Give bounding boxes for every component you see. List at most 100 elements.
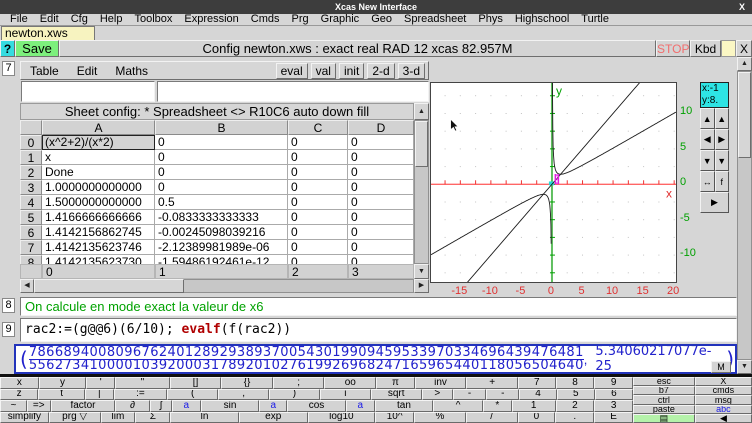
cell-A0[interactable]: (x^2+2)/(x*2) [42,135,155,150]
zoom-out-button[interactable]: ▼ [700,150,715,171]
col-header-B[interactable]: B [155,120,288,135]
cell-D2[interactable]: 0 [348,165,414,180]
cell-A2[interactable]: Done [42,165,155,180]
cell-B6[interactable]: -0.00245098039216 [155,225,288,240]
key-esc[interactable]: esc [633,377,695,386]
sheet-button-2-d[interactable]: 2-d [367,63,394,79]
key-cmds[interactable]: cmds [695,386,752,395]
key-simplify[interactable]: simplify [0,412,49,423]
key-+[interactable]: + [466,377,518,389]
row-header-0[interactable]: 0 [20,135,42,150]
col-header-C[interactable]: C [288,120,348,135]
key--[interactable]: - [486,389,519,401]
sheet-scroll-down-icon[interactable]: ▼ [414,264,429,279]
menu-cmds[interactable]: Cmds [245,14,286,25]
cell-C3[interactable]: 0 [288,180,348,195]
key-'[interactable]: ' [86,377,115,389]
key-2[interactable]: 2 [556,400,595,412]
cell-B0[interactable]: 0 [155,135,288,150]
sheet-scroll-left-icon[interactable]: ◀ [20,279,34,293]
sheet-menu-table[interactable]: Table [21,64,68,78]
menu-spreadsheet[interactable]: Spreadsheet [398,14,472,25]
sheet-menu-edit[interactable]: Edit [68,64,107,78]
key-8[interactable]: 8 [556,377,595,389]
col-header-A[interactable]: A [42,120,155,135]
key-^[interactable]: ^ [433,400,483,412]
col-header-D[interactable]: D [348,120,414,135]
graph-plot[interactable]: yx [430,82,677,283]
cell-D6[interactable]: 0 [348,225,414,240]
sheet-menu-maths[interactable]: Maths [106,64,157,78]
row-header-4[interactable]: 4 [20,195,42,210]
row-header-7[interactable]: 7 [20,240,42,255]
key-log10[interactable]: log10 [308,412,376,423]
key-10^[interactable]: 10^ [375,412,414,423]
cell-C8[interactable]: 0 [288,255,348,264]
cell-B8[interactable]: -1.59486192461e-12 [155,255,288,264]
key-π[interactable]: π [376,377,415,389]
row-header-6[interactable]: 6 [20,225,42,240]
zoom-out-button[interactable]: ▼ [715,150,730,171]
key-◀[interactable]: ◀ [695,414,752,423]
key-[][interactable]: [] [170,377,222,389]
key-X[interactable]: X [695,377,752,386]
key-=>[interactable]: => [27,400,51,412]
cell-reference-input[interactable] [21,81,155,102]
key-inv[interactable]: inv [415,377,467,389]
key-∂[interactable]: ∂ [115,400,150,412]
row-header-1[interactable]: 1 [20,150,42,165]
menu-turtle[interactable]: Turtle [575,14,615,25]
key-ln[interactable]: ln [170,412,239,423]
key-7[interactable]: 7 [518,377,556,389]
key-b7[interactable]: b7 [633,386,695,395]
cell-A7[interactable]: 1.4142135623746 [42,240,155,255]
sheet-corner[interactable] [20,120,42,135]
key-/[interactable]: / [466,412,518,423]
menu-expression[interactable]: Expression [178,14,244,25]
key-*[interactable]: * [483,400,512,412]
menu-toolbox[interactable]: Toolbox [128,14,178,25]
cell-A5[interactable]: 1.4166666666666 [42,210,155,225]
sheet-button-init[interactable]: init [339,63,364,79]
key-Σ[interactable]: Σ [135,412,170,423]
key-sqrt[interactable]: sqrt [371,389,422,401]
key->[interactable]: > [422,389,453,401]
cell-B5[interactable]: -0.0833333333333 [155,210,288,225]
cell-A8[interactable]: 1.4142135623730 [42,255,155,264]
key-y[interactable]: y [39,377,87,389]
sheet-button-3-d[interactable]: 3-d [398,63,425,79]
sheet-vscroll-thumb[interactable] [415,121,428,167]
key-prg ▽[interactable]: prg ▽ [49,412,101,423]
cell-B7[interactable]: -2.12389981989e-06 [155,240,288,255]
key-factor[interactable]: factor [51,400,116,412]
entry-9-commandline[interactable]: rac2:=(g@@6)(6/10); evalf(f(rac2)) [20,318,737,342]
key-{}[interactable]: {} [221,377,273,389]
output-marker-button[interactable]: M [711,361,731,373]
animate-button[interactable]: ▶ [700,192,729,213]
cell-A1[interactable]: x [42,150,155,165]
row-header-3[interactable]: 3 [20,180,42,195]
key-ctrl[interactable]: ctrl [633,395,695,404]
row-header-5[interactable]: 5 [20,210,42,225]
menu-cfg[interactable]: Cfg [65,14,94,25]
key-oo[interactable]: oo [324,377,376,389]
cell-C7[interactable]: 0 [288,240,348,255]
key-~[interactable]: ~ [0,400,27,412]
cell-C6[interactable]: 0 [288,225,348,240]
key-lim[interactable]: lim [101,412,136,423]
cell-formula-input[interactable] [157,81,429,102]
key-tan[interactable]: tan [375,400,434,412]
sheet-button-eval[interactable]: eval [276,63,308,79]
cell-C1[interactable]: 0 [288,150,348,165]
cell-A3[interactable]: 1.0000000000000 [42,180,155,195]
cell-C4[interactable]: 0 [288,195,348,210]
key-cos[interactable]: cos [287,400,346,412]
menu-prg[interactable]: Prg [286,14,315,25]
key-a[interactable]: a [172,400,201,412]
window-close-icon[interactable]: X [739,0,745,14]
menu-file[interactable]: File [4,14,34,25]
cell-D0[interactable]: 0 [348,135,414,150]
key-3[interactable]: 3 [594,400,633,412]
menu-phys[interactable]: Phys [472,14,508,25]
cell-B4[interactable]: 0.5 [155,195,288,210]
